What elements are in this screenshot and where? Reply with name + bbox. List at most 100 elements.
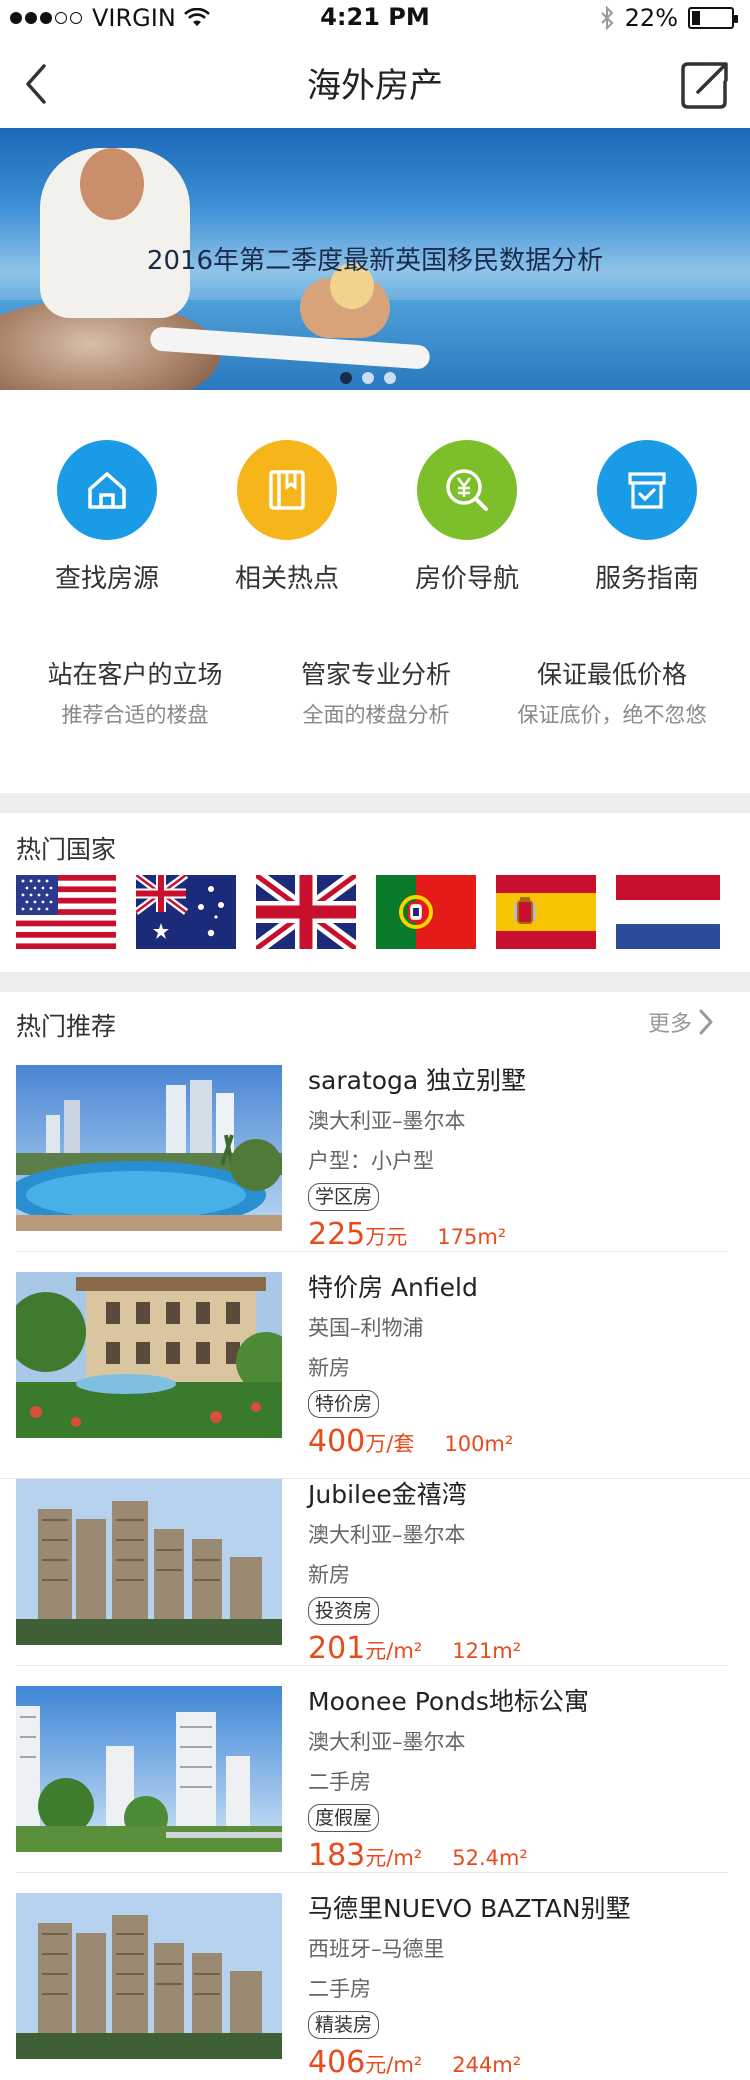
bluetooth-icon: [600, 6, 614, 30]
battery-icon: [688, 7, 738, 29]
price-unit: 万/套: [365, 1432, 415, 1456]
quick-item-hot-topics[interactable]: 相关热点: [197, 440, 377, 595]
quick-label: 服务指南: [594, 564, 699, 594]
quick-label: 查找房源: [54, 564, 159, 594]
feature-subtitle: 保证底价，绝不忽悠: [517, 703, 707, 727]
listing-price: 406 元/m² 244m²: [308, 2045, 728, 2080]
price-value: 225: [308, 1217, 366, 1252]
feature-item: 保证最低价格 保证底价，绝不忽悠: [487, 655, 737, 729]
quick-label: 相关热点: [234, 564, 339, 594]
spain-flag[interactable]: [496, 875, 596, 949]
usa-flag[interactable]: [16, 875, 116, 949]
apartment-towers-image: [16, 1479, 282, 1645]
banner-carousel[interactable]: 2016年第二季度最新英国移民数据分析: [0, 128, 750, 390]
banner-dot[interactable]: [340, 372, 352, 384]
country-flags: [16, 875, 736, 951]
quick-item-price-nav[interactable]: 房价导航: [377, 440, 557, 595]
banner-pagination: [340, 372, 396, 384]
listing-type: 新房: [308, 1356, 350, 1380]
listing-location: 西班牙–马德里: [308, 1937, 445, 1961]
section-divider: [0, 793, 750, 813]
listing-title: 特价房 Anfield: [308, 1273, 478, 1302]
listing-tag: 特价房: [308, 1390, 380, 1418]
listing-item[interactable]: 特价房 Anfield 英国–利物浦 新房 特价房 400 万/套 100m²: [0, 1272, 750, 1478]
feature-subtitle: 全面的楼盘分析: [302, 703, 450, 727]
portugal-flag[interactable]: [376, 875, 476, 949]
bookmark-icon: [237, 440, 337, 540]
archive-check-icon: [597, 440, 697, 540]
listing-info: Moonee Ponds地标公寓 澳大利亚–墨尔本 二手房 度假屋 183 元/…: [308, 1682, 728, 1873]
price-unit: 万元: [365, 1225, 408, 1249]
listing-area: 100m²: [444, 1432, 514, 1456]
feature-item: 管家专业分析 全面的楼盘分析: [251, 655, 501, 729]
listing-area: 175m²: [437, 1225, 507, 1249]
listing-area: 244m²: [452, 2053, 522, 2077]
australia-flag[interactable]: [136, 875, 236, 949]
banner-caption: 2016年第二季度最新英国移民数据分析: [146, 246, 604, 276]
listing-info: 马德里NUEVO BAZTAN别墅 西班牙–马德里 二手房 精装房 406 元/…: [308, 1889, 728, 2080]
listing-info: Jubilee金禧湾 澳大利亚–墨尔本 新房 投资房 201 元/m² 121m…: [308, 1475, 728, 1666]
status-right: 22%: [599, 4, 738, 32]
listing-tag: 精装房: [308, 2011, 380, 2039]
battery-percent: 22%: [624, 4, 678, 32]
listing-info: 特价房 Anfield 英国–利物浦 新房 特价房 400 万/套 100m²: [308, 1268, 728, 1459]
listing-area: 121m²: [452, 1639, 522, 1663]
banner-dot[interactable]: [362, 372, 374, 384]
feature-title: 站在客户的立场: [47, 660, 223, 689]
listing-title: Moonee Ponds地标公寓: [308, 1687, 589, 1716]
villa-garden-image: [16, 1272, 282, 1438]
listing-price: 225 万元 175m²: [308, 1217, 728, 1252]
share-button[interactable]: [678, 56, 732, 112]
quick-item-find-house[interactable]: 查找房源: [17, 440, 197, 595]
listing-title: saratoga 独立别墅: [308, 1066, 527, 1095]
listing-location: 英国–利物浦: [308, 1316, 424, 1340]
feature-title: 保证最低价格: [536, 660, 687, 689]
price-value: 201: [308, 1631, 366, 1666]
listing-divider: [16, 1872, 728, 1873]
feature-subtitle: 推荐合适的楼盘: [61, 703, 209, 727]
section-divider: [0, 972, 750, 992]
listing-item[interactable]: 马德里NUEVO BAZTAN别墅 西班牙–马德里 二手房 精装房 406 元/…: [0, 1893, 750, 2080]
listing-type: 二手房: [308, 1977, 371, 2001]
listing-location: 澳大利亚–墨尔本: [308, 1730, 466, 1754]
chevron-right-icon: [699, 1009, 713, 1035]
banner-dot[interactable]: [384, 372, 396, 384]
share-icon: [681, 62, 728, 109]
more-link[interactable]: 更多: [648, 1006, 716, 1038]
yen-search-icon: [417, 440, 517, 540]
netherlands-flag[interactable]: [616, 875, 720, 949]
hot-countries-title: 热门国家: [16, 835, 117, 864]
listing-price: 400 万/套 100m²: [308, 1424, 728, 1459]
price-value: 183: [308, 1838, 366, 1873]
feature-item: 站在客户的立场 推荐合适的楼盘: [10, 655, 260, 729]
listing-divider: [16, 1665, 728, 1666]
listing-divider: [16, 1251, 728, 1252]
listing-tag: 投资房: [308, 1597, 380, 1625]
price-unit: 元/m²: [365, 1846, 423, 1870]
quick-item-service-guide[interactable]: 服务指南: [557, 440, 737, 595]
price-unit: 元/m²: [365, 2053, 423, 2077]
more-label: 更多: [647, 1012, 692, 1037]
listing-type: 新房: [308, 1563, 350, 1587]
feature-title: 管家专业分析: [300, 660, 451, 689]
listing-item[interactable]: saratoga 独立别墅 澳大利亚–墨尔本 户型：小户型 学区房 225 万元…: [0, 1065, 750, 1271]
price-value: 406: [308, 2045, 366, 2080]
listing-tag: 度假屋: [308, 1804, 380, 1832]
apartment-towers-image: [16, 1893, 282, 2059]
listing-location: 澳大利亚–墨尔本: [308, 1523, 466, 1547]
status-bar: VIRGIN 4:21 PM 22%: [0, 0, 750, 40]
listing-type: 户型：小户型: [308, 1149, 434, 1173]
listing-item[interactable]: Jubilee金禧湾 澳大利亚–墨尔本 新房 投资房 201 元/m² 121m…: [0, 1479, 750, 1685]
quick-menu: 查找房源 相关热点 房价导航 服务指南: [0, 440, 750, 600]
listing-area: 52.4m²: [452, 1846, 528, 1870]
listing-location: 澳大利亚–墨尔本: [308, 1109, 466, 1133]
white-towers-image: [16, 1686, 282, 1852]
pool-resort-image: [16, 1065, 282, 1231]
quick-label: 房价导航: [414, 564, 519, 594]
listing-price: 183 元/m² 52.4m²: [308, 1838, 728, 1873]
uk-flag[interactable]: [256, 875, 356, 949]
price-value: 400: [308, 1424, 366, 1459]
listing-item[interactable]: Moonee Ponds地标公寓 澳大利亚–墨尔本 二手房 度假屋 183 元/…: [0, 1686, 750, 1892]
page-title: 海外房产: [307, 66, 443, 106]
hot-recommend-title: 热门推荐: [16, 1012, 117, 1041]
